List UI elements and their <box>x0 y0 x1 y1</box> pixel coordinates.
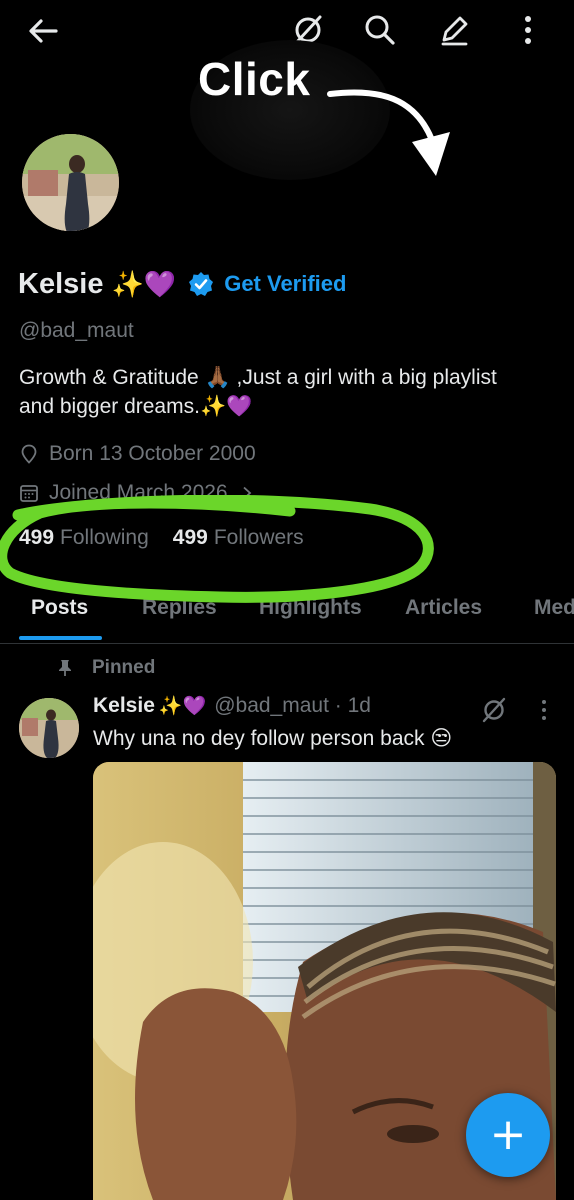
get-verified-link[interactable]: Get Verified <box>224 271 346 297</box>
verified-badge-icon[interactable] <box>188 271 214 297</box>
post-author-name[interactable]: Kelsie <box>93 694 155 718</box>
more-vertical-icon[interactable] <box>510 12 546 48</box>
grok-icon[interactable] <box>480 696 508 724</box>
profile-avatar[interactable] <box>19 131 122 234</box>
pinned-label: Pinned <box>92 657 156 678</box>
display-name: Kelsie <box>18 267 104 300</box>
search-icon[interactable] <box>362 12 398 48</box>
post-handle-time: @bad_maut · 1d <box>214 694 371 717</box>
post-author-avatar[interactable] <box>19 698 79 758</box>
birth-date-row: Born 13 October 2000 <box>19 439 256 469</box>
more-vertical-icon[interactable] <box>536 698 552 722</box>
profile-name-row: Kelsie ✨💜 Get Verified <box>18 262 346 306</box>
birth-date: Born 13 October 2000 <box>49 442 256 465</box>
tab-media[interactable]: Media <box>534 596 574 620</box>
annotation-arrow <box>327 89 450 176</box>
avatar-image <box>22 134 119 231</box>
post-author-emoji: ✨💜 <box>158 696 207 717</box>
compose-fab-button[interactable]: + <box>466 1093 550 1177</box>
pinned-row: Pinned <box>56 657 155 679</box>
pin-icon <box>59 660 71 676</box>
arrow-left-icon[interactable] <box>26 14 60 48</box>
post-header: Kelsie ✨💜 @bad_maut · 1d <box>93 694 371 718</box>
profile-bio: Growth & Gratitude 🙏🏾 ,Just a girl with … <box>19 363 559 421</box>
location-pin-icon <box>21 444 37 464</box>
plus-icon: + <box>489 1109 527 1160</box>
click-annotation: Click <box>198 53 311 105</box>
profile-handle: @bad_maut <box>19 319 134 342</box>
active-tab-indicator <box>19 636 102 640</box>
pencil-icon[interactable] <box>436 12 472 48</box>
annotation-circle <box>0 495 434 603</box>
bio-line: and bigger dreams.✨💜 <box>19 395 253 418</box>
bio-line: Growth & Gratitude 🙏🏾 ,Just a girl with … <box>19 366 497 389</box>
name-emoji: ✨💜 <box>111 268 177 299</box>
post-avatar-image <box>19 698 79 758</box>
post-text: Why una no dey follow person back 😒 <box>93 727 453 750</box>
